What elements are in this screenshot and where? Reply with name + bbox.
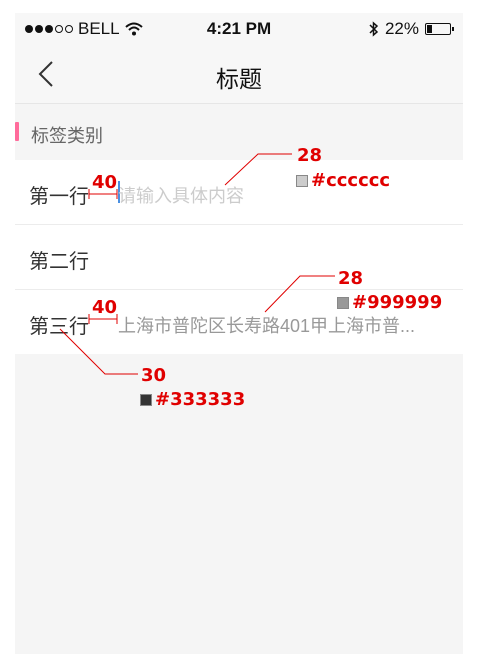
swatch-cccccc	[296, 175, 308, 187]
status-bar: BELL 4:21 PM 22%	[15, 13, 463, 46]
row-label: 第一行	[29, 186, 89, 208]
list-item[interactable]: 第二行	[15, 224, 463, 289]
form-list: 第一行 请输入具体内容 第二行 第三行 上海市普陀区长寿路401甲上海市普...	[15, 160, 463, 354]
annotation-color-2: #999999	[337, 292, 442, 313]
section-label: 标签类别	[31, 126, 103, 146]
row-label: 第二行	[29, 251, 89, 273]
battery-percent: 22%	[384, 19, 419, 38]
annotation-size-1: 28	[297, 145, 323, 166]
row-input[interactable]: 上海市普陀区长寿路401甲上海市普...	[118, 312, 450, 338]
row-label: 第三行	[29, 316, 89, 338]
section-header: 标签类别	[15, 104, 463, 160]
row-input[interactable]: 请输入具体内容	[118, 182, 450, 208]
annotation-size-2: 28	[338, 268, 364, 289]
nav-bar: 标题	[15, 46, 463, 104]
status-right: 22%	[369, 19, 454, 39]
list-item[interactable]: 第一行 请输入具体内容	[15, 160, 463, 224]
annotation-size-3: 30	[141, 365, 167, 386]
swatch-333333	[140, 394, 152, 406]
phone-screen: BELL 4:21 PM 22% 标题 标签类别 第一行 请输入具体内容 第二行…	[15, 13, 463, 654]
annotation-gap-2: 40	[92, 297, 118, 318]
annotation-color-3: #333333	[140, 389, 245, 410]
page-title: 标题	[216, 66, 262, 92]
annotation-gap-1: 40	[92, 172, 118, 193]
bluetooth-icon	[369, 21, 379, 37]
section-accent-bar	[15, 122, 19, 141]
swatch-999999	[337, 297, 349, 309]
annotation-color-1: #cccccc	[296, 170, 390, 191]
battery-icon	[425, 23, 454, 35]
